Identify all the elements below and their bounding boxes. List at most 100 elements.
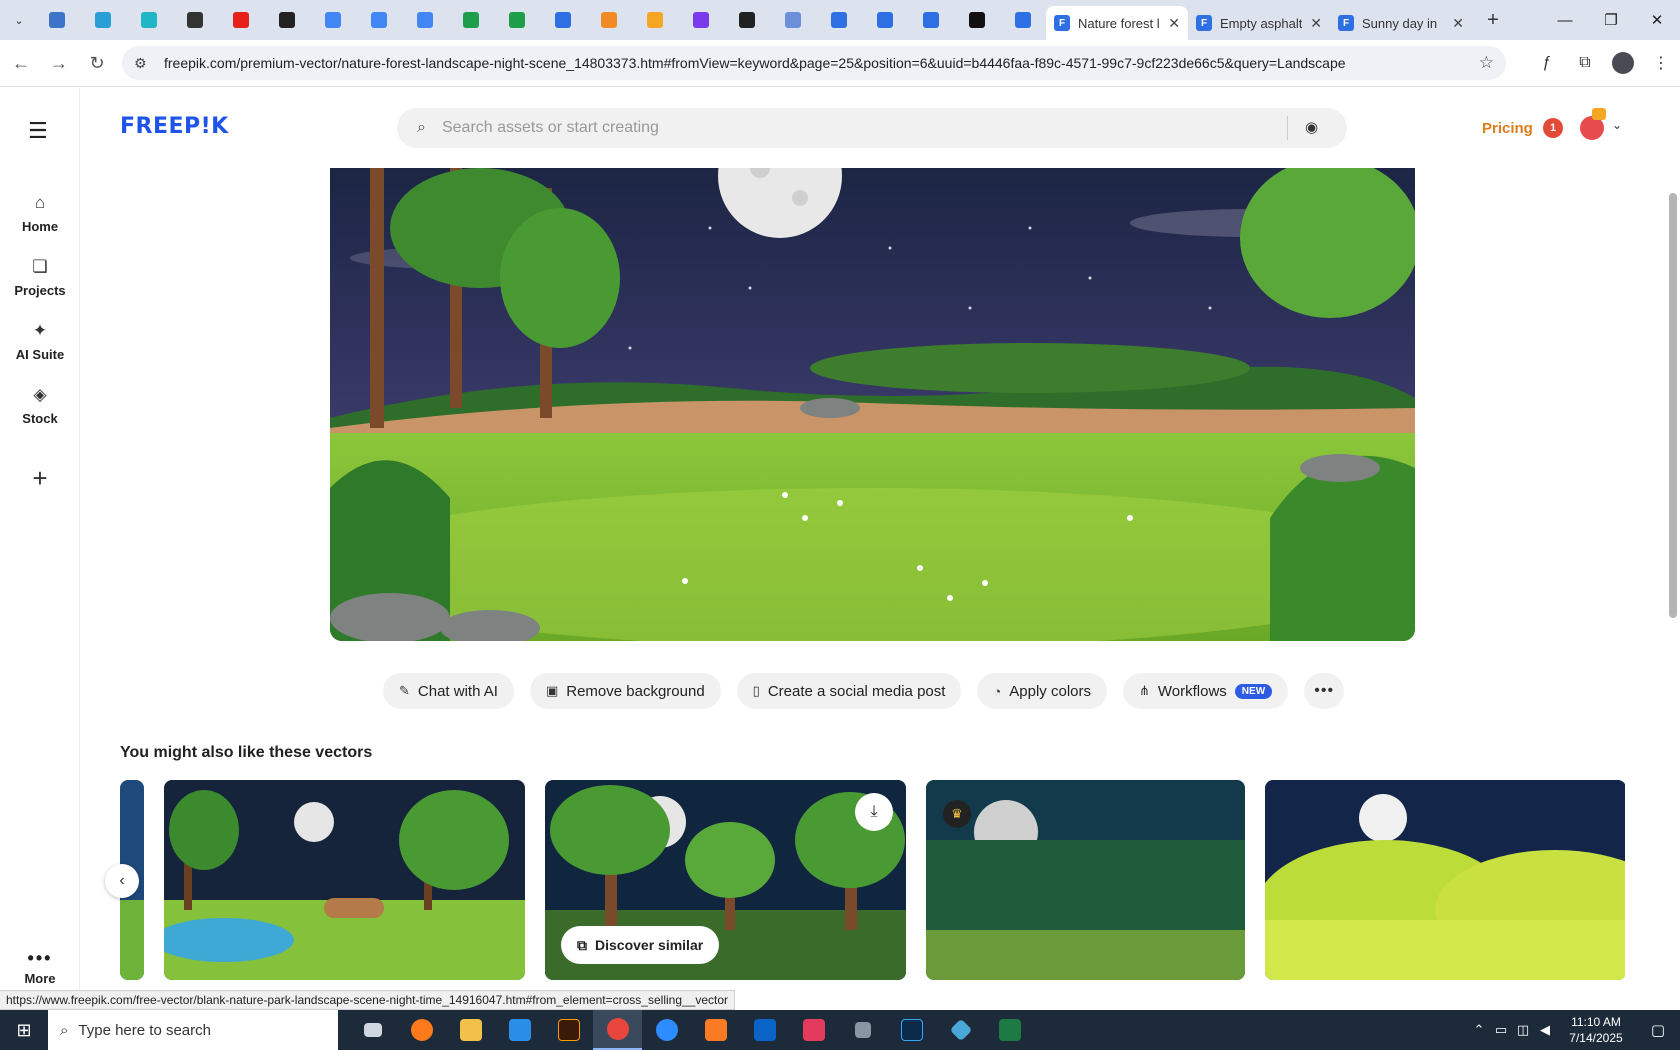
pinned-tab[interactable] xyxy=(448,0,494,40)
site-settings-icon[interactable]: ⚙ xyxy=(134,55,154,72)
pinned-tab[interactable] xyxy=(218,0,264,40)
taskbar-clock[interactable]: 11:10 AM 7/14/2025 xyxy=(1556,1014,1636,1046)
hamburger-menu-icon[interactable]: ☰ xyxy=(28,118,48,144)
volume-icon[interactable]: ◀ xyxy=(1534,1022,1556,1038)
pinned-tab[interactable] xyxy=(678,0,724,40)
zoom-icon[interactable] xyxy=(642,1010,691,1050)
chevron-down-icon[interactable]: ⌄ xyxy=(1612,118,1622,132)
close-window-icon[interactable]: ✕ xyxy=(1634,0,1680,40)
sidebar-item-more[interactable]: ••• More xyxy=(0,948,80,986)
close-tab-icon[interactable]: ✕ xyxy=(1168,15,1180,32)
chrome-icon[interactable] xyxy=(593,1010,642,1050)
discover-similar-button[interactable]: ⧉ Discover similar xyxy=(561,926,720,964)
tab-sunny-day[interactable]: F Sunny day in ✕ xyxy=(1330,6,1472,40)
chat-with-ai-button[interactable]: ✎ Chat with AI xyxy=(383,673,514,709)
close-tab-icon[interactable]: ✕ xyxy=(1452,15,1464,32)
pinned-tab[interactable] xyxy=(954,0,1000,40)
pinned-tab[interactable] xyxy=(264,0,310,40)
pinned-tab[interactable] xyxy=(586,0,632,40)
stock-icon: ◈ xyxy=(33,385,47,404)
address-bar[interactable]: ⚙ freepik.com/premium-vector/nature-fore… xyxy=(122,46,1506,80)
xampp-icon[interactable] xyxy=(691,1010,740,1050)
pinned-tab[interactable] xyxy=(310,0,356,40)
puzzle-icon[interactable]: ⧉ xyxy=(1566,46,1604,80)
file-explorer-icon[interactable] xyxy=(446,1010,495,1050)
forest-night-illustration xyxy=(330,168,1415,641)
bookmark-star-icon[interactable]: ☆ xyxy=(1479,53,1494,73)
extension-icon[interactable]: ƒ xyxy=(1528,46,1566,80)
close-tab-icon[interactable]: ✕ xyxy=(1310,15,1322,32)
pinned-tab[interactable] xyxy=(632,0,678,40)
apply-colors-button[interactable]: ◔ Apply colors xyxy=(977,673,1107,709)
wifi-icon[interactable]: ◫ xyxy=(1512,1022,1534,1038)
sidebar-item-ai-suite[interactable]: ✦ AI Suite xyxy=(0,321,80,362)
pinned-tab[interactable] xyxy=(494,0,540,40)
pinned-tab[interactable] xyxy=(1000,0,1046,40)
pinned-tab[interactable] xyxy=(540,0,586,40)
chevron-up-icon[interactable]: ⌃ xyxy=(1468,1022,1490,1038)
scrollbar-thumb[interactable] xyxy=(1669,193,1677,618)
related-thumbnail[interactable] xyxy=(926,780,1245,980)
firefox-icon[interactable] xyxy=(397,1010,446,1050)
app-diamond-icon[interactable] xyxy=(936,1010,985,1050)
pinned-tab[interactable] xyxy=(402,0,448,40)
pinned-tab[interactable] xyxy=(356,0,402,40)
pinned-tab[interactable] xyxy=(724,0,770,40)
creative-cloud-icon[interactable] xyxy=(789,1010,838,1050)
reload-icon[interactable]: ↻ xyxy=(80,46,114,80)
pinned-tab[interactable] xyxy=(80,0,126,40)
task-view-icon[interactable] xyxy=(348,1010,397,1050)
network-icon[interactable]: ▭ xyxy=(1490,1022,1512,1038)
pinned-tab[interactable] xyxy=(172,0,218,40)
address-url[interactable]: freepik.com/premium-vector/nature-forest… xyxy=(164,55,1346,71)
forward-icon[interactable]: → xyxy=(42,46,76,80)
illustrator-icon[interactable] xyxy=(544,1010,593,1050)
pricing-link[interactable]: Pricing xyxy=(1482,120,1533,137)
pen-tool-icon[interactable] xyxy=(838,1010,887,1050)
favicon-icon xyxy=(969,12,985,28)
more-actions-button[interactable]: ••• xyxy=(1304,673,1345,709)
related-thumbnail[interactable] xyxy=(1265,780,1625,980)
favicon-icon xyxy=(233,12,249,28)
sidebar-item-stock[interactable]: ◈ Stock xyxy=(0,385,80,426)
vscode-icon[interactable] xyxy=(495,1010,544,1050)
tab-nature-forest[interactable]: F Nature forest landscape night scene ✕ xyxy=(1046,6,1188,40)
sidebar-item-home[interactable]: ⌂ Home xyxy=(0,193,80,234)
notification-badge[interactable]: 1 xyxy=(1543,118,1563,138)
pinned-tab[interactable] xyxy=(908,0,954,40)
pinned-tab[interactable] xyxy=(34,0,80,40)
excel-icon[interactable] xyxy=(985,1010,1034,1050)
back-icon[interactable]: ← xyxy=(4,46,38,80)
restore-icon[interactable]: ❐ xyxy=(1588,0,1634,40)
minimize-icon[interactable]: — xyxy=(1542,0,1588,40)
freepik-logo[interactable]: FREEP!K xyxy=(120,114,229,139)
browser-menu-icon[interactable]: ⋮ xyxy=(1642,46,1680,80)
carousel-prev-button[interactable]: ‹ xyxy=(105,864,139,898)
sidebar-item-projects[interactable]: ❏ Projects xyxy=(0,257,80,298)
tab-empty-asphalt[interactable]: F Empty asphalt road ✕ xyxy=(1188,6,1330,40)
taskbar-search[interactable]: ⌕ Type here to search xyxy=(48,1010,338,1050)
thumbnail-image xyxy=(1265,780,1625,980)
outlook-icon[interactable] xyxy=(740,1010,789,1050)
search-input[interactable] xyxy=(441,119,1222,137)
notification-center-icon[interactable]: ▢ xyxy=(1636,1021,1680,1039)
pinned-tab[interactable] xyxy=(126,0,172,40)
photoshop-icon[interactable] xyxy=(887,1010,936,1050)
premium-crown-icon: ♛ xyxy=(943,800,971,828)
new-tab-button[interactable]: + xyxy=(1478,5,1508,35)
profile-avatar[interactable] xyxy=(1612,52,1634,74)
pinned-tab[interactable] xyxy=(816,0,862,40)
pinned-tab[interactable] xyxy=(770,0,816,40)
create-social-post-button[interactable]: ▯ Create a social media post xyxy=(736,673,962,709)
tab-search-button[interactable]: ⌄ xyxy=(4,5,34,35)
windows-start-icon[interactable]: ⊞ xyxy=(0,1010,48,1050)
page-scrollbar[interactable] xyxy=(1666,88,1680,1008)
add-icon[interactable]: + xyxy=(18,456,62,500)
remove-background-button[interactable]: ▣ Remove background xyxy=(529,673,721,709)
camera-search-icon[interactable]: ◉ xyxy=(1305,118,1318,136)
pinned-tab[interactable] xyxy=(862,0,908,40)
related-thumbnail[interactable] xyxy=(164,780,525,980)
download-icon[interactable]: ⤓ xyxy=(855,793,893,831)
workflows-button[interactable]: ⋔ Workflows NEW xyxy=(1122,673,1289,709)
main-preview-image[interactable] xyxy=(330,168,1415,641)
